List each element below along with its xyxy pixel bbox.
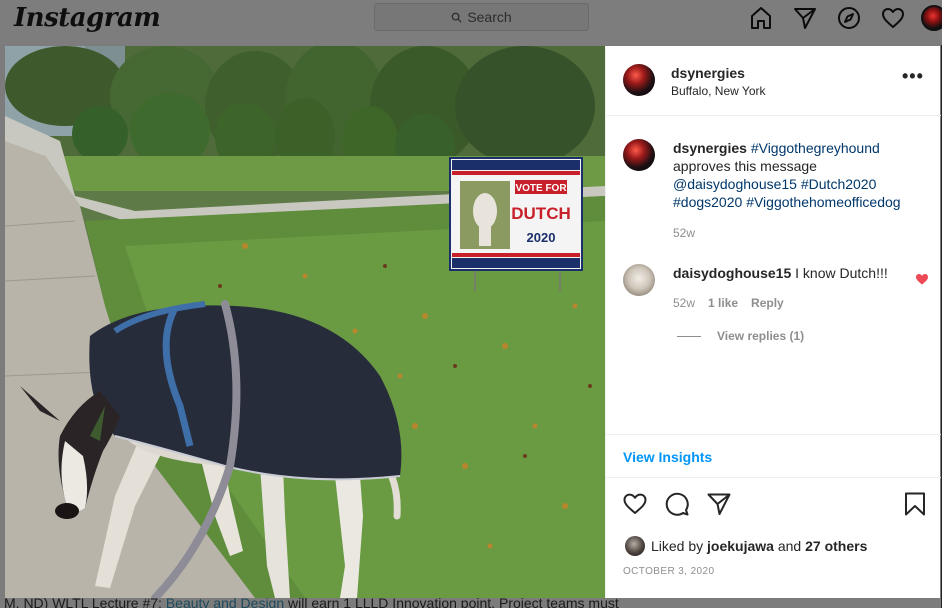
liker-avatar[interactable]	[625, 536, 645, 556]
likes-others-link[interactable]: 27 others	[805, 538, 867, 554]
search-placeholder: Search	[467, 9, 512, 25]
comment-likes[interactable]: 1 like	[708, 296, 738, 310]
caption-author-avatar[interactable]	[623, 139, 655, 171]
view-replies-label: View replies (1)	[717, 329, 805, 343]
post-header: dsynergies Buffalo, New York •••	[606, 46, 941, 116]
search-icon	[451, 12, 462, 23]
hashtag-link[interactable]: #Dutch2020	[801, 176, 877, 192]
hashtag-link[interactable]: #Viggothehomeofficedog	[746, 194, 900, 210]
explore-icon[interactable]	[836, 5, 862, 31]
sign-year: 2020	[527, 230, 556, 245]
view-insights-row: View Insights	[606, 434, 941, 478]
caption-username[interactable]: dsynergies	[673, 140, 747, 156]
caption-plain-text: approves this message	[673, 158, 817, 174]
comment-body: I know Dutch!!!	[791, 265, 888, 281]
author-username[interactable]: dsynergies	[671, 65, 745, 81]
replies-divider	[677, 335, 701, 337]
comment-like-heart-icon[interactable]	[915, 272, 929, 286]
comment-icon[interactable]	[664, 491, 690, 517]
profile-avatar[interactable]	[921, 5, 942, 31]
comment-timestamp[interactable]: 52w	[673, 296, 695, 310]
hashtag-link[interactable]: #dogs2020	[673, 194, 742, 210]
save-bookmark-icon[interactable]	[902, 491, 928, 517]
mention-link[interactable]: @daisydoghouse15	[673, 176, 797, 192]
search-input[interactable]: Search	[374, 3, 589, 31]
post-date[interactable]: OCTOBER 3, 2020	[623, 566, 714, 577]
caption-text: dsynergies #Viggothegreyhound approves t…	[673, 139, 928, 211]
view-replies-button[interactable]: View replies (1)	[677, 329, 804, 343]
post-details-panel: dsynergies Buffalo, New York ••• dsynerg…	[605, 46, 941, 598]
top-navigation-bar: Instagram Search	[0, 0, 942, 45]
view-insights-button[interactable]: View Insights	[623, 449, 712, 465]
activity-heart-icon[interactable]	[880, 5, 906, 31]
share-icon[interactable]	[706, 491, 732, 517]
reply-button[interactable]: Reply	[751, 296, 784, 310]
post-actions	[622, 491, 927, 517]
direct-icon[interactable]	[792, 5, 818, 31]
caption-timestamp[interactable]: 52w	[673, 226, 695, 240]
home-icon[interactable]	[748, 5, 774, 31]
post-location[interactable]: Buffalo, New York	[671, 84, 766, 98]
comment-meta: 52w 1 like Reply	[673, 296, 784, 310]
sign-dutch: DUTCH	[511, 204, 571, 223]
like-heart-icon[interactable]	[622, 491, 648, 517]
instagram-logo[interactable]: Instagram	[14, 3, 161, 33]
background-link[interactable]: Beauty and Design	[166, 598, 284, 608]
post-modal: VOTE FOR DUTCH 2020 dsynergies Buffalo, …	[5, 46, 941, 598]
liked-by: Liked by joekujawa and 27 others	[625, 536, 867, 556]
background-page-text: M, ND) WLTL Lecture #7: Beauty and Desig…	[0, 598, 942, 608]
sign-vote-for: VOTE FOR	[515, 183, 567, 194]
post-photo[interactable]: VOTE FOR DUTCH 2020	[5, 46, 605, 598]
comment-text: daisydoghouse15 I know Dutch!!!	[673, 265, 888, 281]
hashtag-link[interactable]: #Viggothegreyhound	[751, 140, 880, 156]
commenter-username[interactable]: daisydoghouse15	[673, 265, 791, 281]
more-options-icon[interactable]: •••	[902, 67, 924, 85]
commenter-avatar[interactable]	[623, 264, 655, 296]
author-avatar[interactable]	[623, 64, 655, 96]
liker-username[interactable]: joekujawa	[707, 538, 774, 554]
